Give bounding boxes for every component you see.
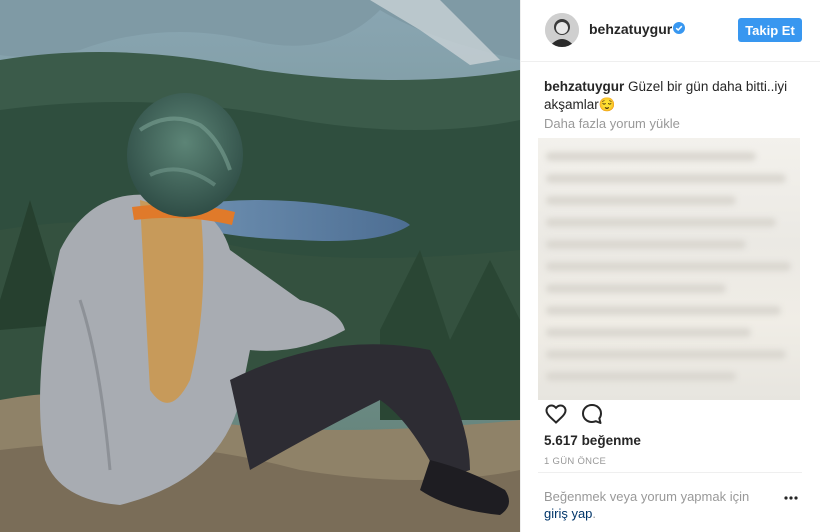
likes-label: beğenme [581, 433, 641, 448]
username[interactable]: behzatuygur [589, 21, 672, 37]
more-options-icon[interactable] [783, 494, 799, 502]
post-caption: behzatuygur Güzel bir gün daha bitti..iy… [544, 78, 802, 114]
follow-button[interactable]: Takip Et [738, 18, 802, 42]
caption-emoji: 😌 [598, 97, 616, 112]
post-header: behzatuygur Takip Et [521, 0, 820, 62]
heart-icon[interactable] [544, 402, 568, 426]
likes-number: 5.617 [544, 433, 578, 448]
login-prompt: Beğenmek veya yorum yapmak için giriş ya… [544, 488, 774, 522]
verified-badge-icon [673, 22, 685, 34]
login-prompt-text: Beğenmek veya yorum yapmak için [544, 489, 750, 504]
post-side-panel: behzatuygur Takip Et behzatuygur Güzel b… [521, 0, 820, 532]
post-timestamp[interactable]: 1 GÜN ÖNCE [544, 456, 606, 467]
load-more-comments-link[interactable]: Daha fazla yorum yükle [544, 116, 680, 131]
footer-divider [538, 472, 802, 473]
comment-bubble-icon[interactable] [580, 402, 604, 426]
post-photo[interactable] [0, 0, 520, 532]
avatar-image [545, 13, 579, 47]
post-photo-illustration [0, 0, 520, 532]
avatar[interactable] [545, 13, 579, 47]
blurred-comments-area [538, 138, 800, 400]
likes-count[interactable]: 5.617 beğenme [544, 433, 641, 448]
login-link[interactable]: giriş yap [544, 506, 592, 521]
caption-username[interactable]: behzatuygur [544, 79, 624, 94]
login-prompt-suffix: . [592, 506, 597, 521]
